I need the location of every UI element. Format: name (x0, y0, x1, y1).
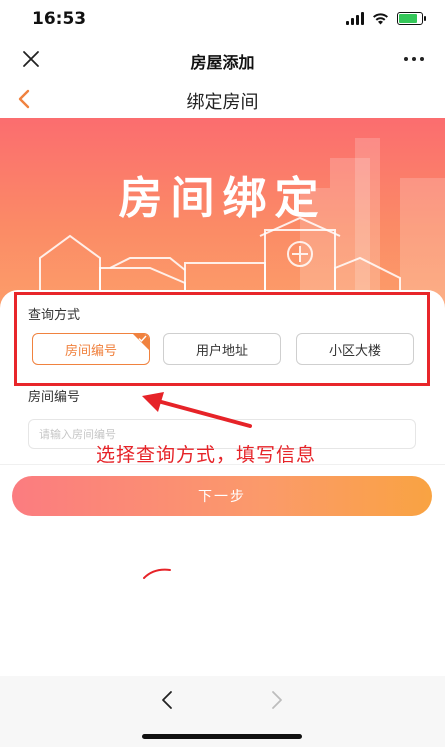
option-community-building[interactable]: 小区大楼 (296, 333, 414, 365)
wifi-icon (373, 13, 388, 25)
banner: 房间绑定 (0, 118, 445, 318)
page-title: 绑定房间 (186, 92, 259, 113)
next-step-button[interactable]: 下一步 (12, 476, 432, 516)
annotation-arrow-icon (142, 392, 252, 428)
check-icon (138, 335, 147, 343)
signal-icon (346, 12, 364, 25)
status-time: 16:53 (32, 9, 87, 29)
option-user-address[interactable]: 用户地址 (163, 333, 281, 365)
chevron-right-icon[interactable] (264, 688, 288, 712)
option-label: 房间编号 (64, 343, 117, 359)
room-number-label: 房间编号 (28, 390, 81, 405)
option-room-number[interactable]: 房间编号 (32, 333, 150, 365)
status-bar: 16:53 (0, 0, 445, 40)
more-icon[interactable] (401, 46, 427, 72)
annotation-text: 选择查询方式，填写信息 (96, 444, 317, 466)
chevron-left-icon[interactable] (156, 688, 180, 712)
home-indicator[interactable] (142, 734, 302, 739)
query-method-label: 查询方式 (28, 308, 81, 323)
status-icons (346, 12, 426, 25)
window-title: 房屋添加 (190, 53, 255, 72)
option-label: 小区大楼 (328, 343, 381, 359)
banner-title: 房间绑定 (118, 173, 327, 224)
title-bar: 房屋添加 (0, 40, 445, 80)
nav-bar: 绑定房间 (0, 80, 445, 118)
stray-mark (143, 568, 171, 579)
option-label: 用户地址 (195, 343, 248, 359)
battery-charging-icon (397, 12, 426, 25)
